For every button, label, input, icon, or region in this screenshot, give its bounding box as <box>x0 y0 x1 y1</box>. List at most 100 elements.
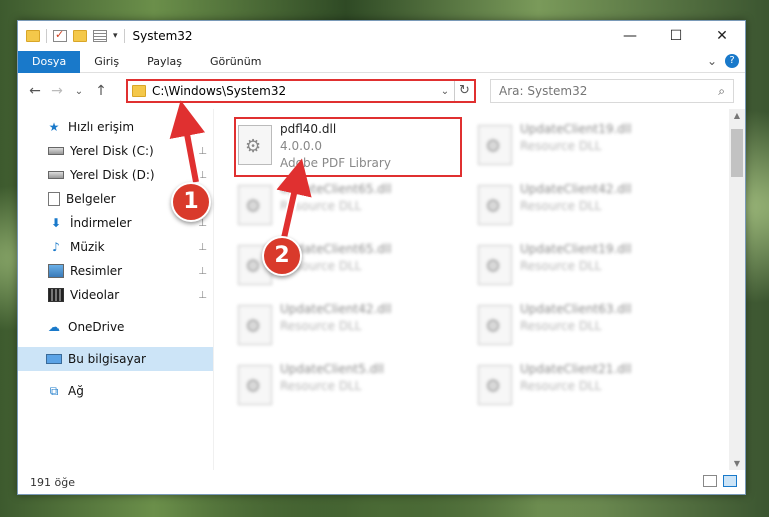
network-icon: ⧉ <box>49 383 59 398</box>
file-tile[interactable]: UpdateClient63.dll Resource DLL <box>478 299 704 355</box>
expand-ribbon-icon[interactable]: ⌄ <box>707 54 717 68</box>
sidebar-item[interactable]: ♪ Müzik ⊥ <box>18 235 213 259</box>
divider <box>46 29 47 43</box>
new-folder-icon[interactable] <box>73 30 87 42</box>
address-path[interactable]: C:\Windows\System32 <box>152 84 436 98</box>
sidebar-item[interactable]: Resimler ⊥ <box>18 259 213 283</box>
pin-icon: ⊥ <box>198 145 207 157</box>
pin-icon: ⊥ <box>198 169 207 181</box>
star-icon: ★ <box>48 120 60 134</box>
address-dropdown-icon[interactable]: ⌄ <box>436 86 454 97</box>
file-name: UpdateClient63.dll <box>520 302 632 316</box>
folder-icon[interactable] <box>26 30 40 42</box>
pictures-icon <box>48 264 64 278</box>
file-version: Resource DLL <box>520 259 602 273</box>
file-meta: UpdateClient42.dll Resource DLL <box>280 299 392 335</box>
file-version: Resource DLL <box>280 199 362 213</box>
disk-icon <box>48 171 64 179</box>
sidebar-item-label: Yerel Disk (C:) <box>70 144 154 158</box>
dll-file-icon <box>238 185 272 225</box>
pin-icon: ⊥ <box>198 289 207 301</box>
maximize-button[interactable]: ☐ <box>653 21 699 51</box>
recent-locations-button[interactable]: ⌄ <box>68 86 90 97</box>
minimize-button[interactable]: — <box>607 21 653 51</box>
properties-check-icon[interactable] <box>53 28 67 42</box>
vertical-scrollbar[interactable]: ▲ ▼ <box>729 109 745 470</box>
file-name: UpdateClient42.dll <box>280 302 392 316</box>
tab-share[interactable]: Paylaş <box>133 51 196 73</box>
tab-file[interactable]: Dosya <box>18 50 81 73</box>
tab-view[interactable]: Görünüm <box>196 51 275 73</box>
scroll-up-icon[interactable]: ▲ <box>729 111 745 120</box>
details-view-icon[interactable] <box>703 475 717 487</box>
file-tile[interactable]: UpdateClient19.dll Resource DLL <box>478 119 704 175</box>
close-button[interactable]: ✕ <box>699 21 745 51</box>
sidebar-item-label: Hızlı erişim <box>68 120 135 134</box>
sidebar-item[interactable]: Videolar ⊥ <box>18 283 213 307</box>
tiles-view-icon[interactable] <box>723 475 737 487</box>
sidebar-item[interactable]: ☁ OneDrive <box>18 315 213 339</box>
window-controls: — ☐ ✕ <box>607 21 745 51</box>
forward-button[interactable]: → <box>46 83 68 99</box>
file-tile[interactable]: UpdateClient42.dll Resource DLL <box>478 179 704 235</box>
list-icon[interactable] <box>93 30 107 42</box>
sidebar-item-label: İndirmeler <box>70 216 132 230</box>
file-tile[interactable]: UpdateClient19.dll Resource DLL <box>478 239 704 295</box>
back-button[interactable]: ← <box>24 83 46 99</box>
title-bar: ▾ System32 — ☐ ✕ <box>18 21 745 51</box>
file-tile[interactable]: UpdateClient5.dll Resource DLL <box>238 359 464 415</box>
file-version: Resource DLL <box>520 379 602 393</box>
file-name: UpdateClient42.dll <box>520 182 632 196</box>
tab-home[interactable]: Giriş <box>80 51 133 73</box>
file-tile[interactable]: UpdateClient42.dll Resource DLL <box>238 299 464 355</box>
computer-icon <box>46 354 62 364</box>
sidebar-item-label: Müzik <box>70 240 105 254</box>
refresh-button[interactable]: ↻ <box>454 81 474 101</box>
help-icon[interactable]: ? <box>725 54 739 68</box>
sidebar-item-label: Ağ <box>68 384 84 398</box>
callout-1: 1 <box>171 182 211 222</box>
file-meta: UpdateClient63.dll Resource DLL <box>520 299 632 335</box>
sidebar-item[interactable]: Yerel Disk (C:) ⊥ <box>18 139 213 163</box>
scroll-thumb[interactable] <box>731 129 743 177</box>
file-tile[interactable]: UpdateClient21.dll Resource DLL <box>478 359 704 415</box>
file-name: UpdateClient65.dll <box>280 182 392 196</box>
customize-dropdown-icon[interactable]: ▾ <box>113 31 118 41</box>
item-count: 191 öğe <box>30 475 75 489</box>
sidebar-item[interactable]: ⧉ Ağ <box>18 379 213 403</box>
search-icon[interactable]: ⌕ <box>718 84 725 99</box>
highlight-box <box>234 117 462 177</box>
sidebar-item-label: OneDrive <box>68 320 125 334</box>
search-box[interactable]: ⌕ <box>490 79 734 103</box>
search-input[interactable] <box>499 84 719 98</box>
sidebar-item-label: Bu bilgisayar <box>68 352 146 366</box>
dll-file-icon <box>478 245 512 285</box>
address-bar[interactable]: C:\Windows\System32 ⌄ ↻ <box>126 79 476 103</box>
view-switcher <box>703 475 737 487</box>
quick-access-toolbar: ▾ <box>26 28 125 43</box>
file-explorer-window: ▾ System32 — ☐ ✕ Dosya Giriş Paylaş Görü… <box>17 20 746 495</box>
file-meta: UpdateClient21.dll Resource DLL <box>520 359 632 395</box>
dll-file-icon <box>478 365 512 405</box>
file-meta: UpdateClient19.dll Resource DLL <box>520 119 632 155</box>
file-list: ▲ ▼ pdfl40.dll4.0.0.0Adobe PDF LibraryUp… <box>214 109 745 470</box>
document-icon <box>48 192 60 206</box>
sidebar-item[interactable]: Bu bilgisayar <box>18 347 213 371</box>
pin-icon: ⊥ <box>198 265 207 277</box>
scroll-down-icon[interactable]: ▼ <box>729 459 745 468</box>
videos-icon <box>48 288 64 302</box>
up-button[interactable]: ↑ <box>90 83 112 99</box>
sidebar-item-label: Resimler <box>70 264 123 278</box>
navigation-bar: ← → ⌄ ↑ C:\Windows\System32 ⌄ ↻ ⌕ <box>18 73 745 109</box>
navigation-pane: ★ Hızlı erişim Yerel Disk (C:) ⊥ Yerel Disk … <box>18 109 214 470</box>
sidebar-item-label: Belgeler <box>66 192 116 206</box>
file-meta: UpdateClient65.dll Resource DLL <box>280 179 392 215</box>
file-tile[interactable]: UpdateClient65.dll Resource DLL <box>238 179 464 235</box>
sidebar-item-label: Yerel Disk (D:) <box>70 168 155 182</box>
file-meta: UpdateClient42.dll Resource DLL <box>520 179 632 215</box>
sidebar-item[interactable]: ★ Hızlı erişim <box>18 115 213 139</box>
file-version: Resource DLL <box>520 139 602 153</box>
sidebar-item-label: Videolar <box>70 288 120 302</box>
status-bar: 191 öğe <box>18 470 745 494</box>
folder-icon <box>132 85 146 97</box>
